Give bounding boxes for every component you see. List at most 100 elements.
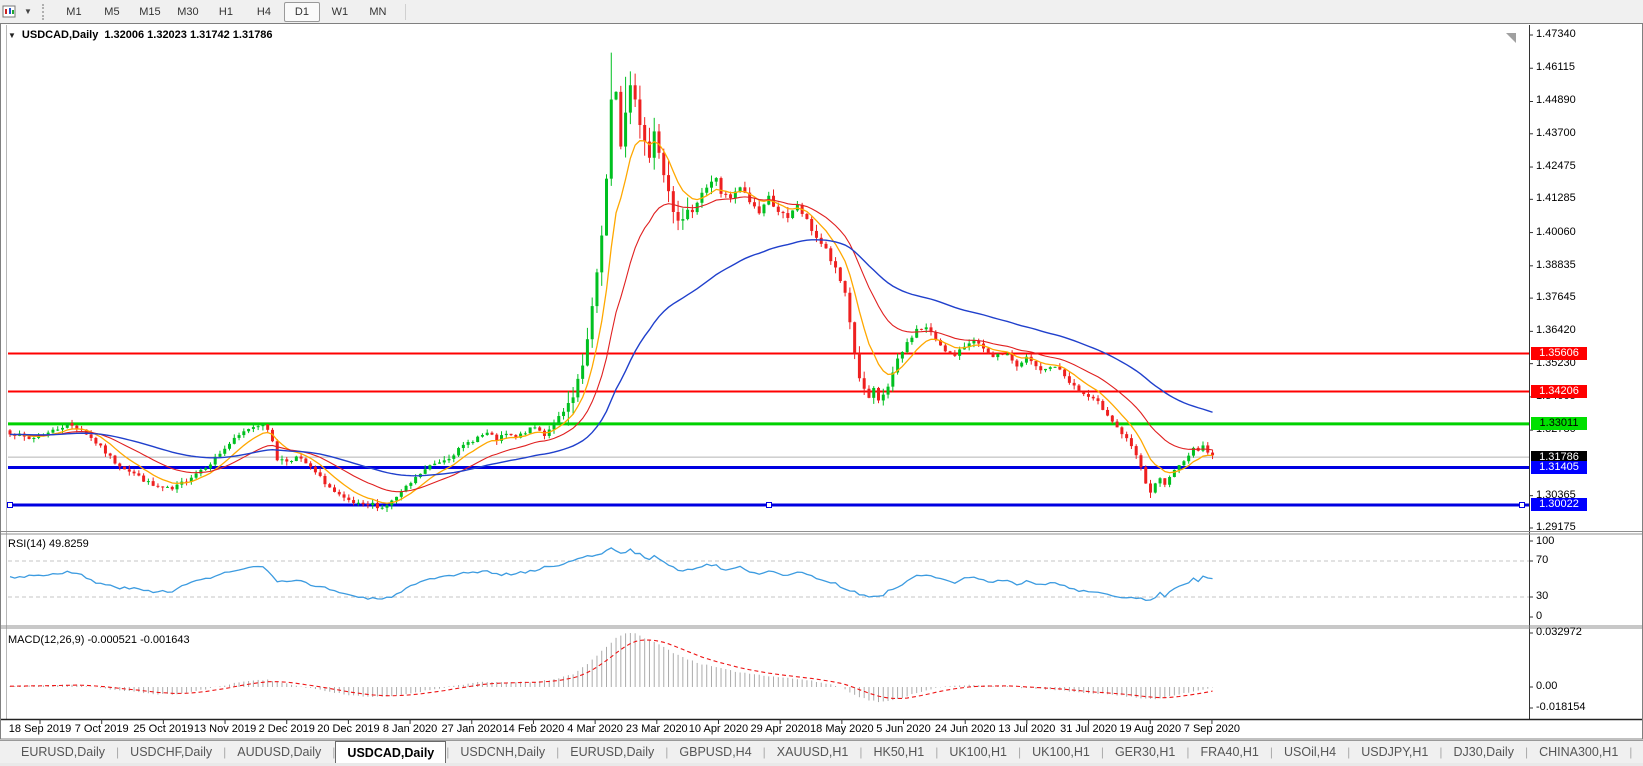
candle-body bbox=[1077, 385, 1081, 392]
chart-tab-uk100-h1[interactable]: UK100,H1 bbox=[938, 741, 1018, 763]
chart-tab-xauusd-h1[interactable]: XAUUSD,H1 bbox=[766, 741, 860, 763]
candle-body bbox=[118, 463, 122, 467]
chart-tab-usoil-h4[interactable]: USOil,H4 bbox=[1273, 741, 1347, 763]
candle-body bbox=[385, 505, 389, 508]
candle-body bbox=[824, 243, 828, 249]
chart-tab-usdcnh-daily[interactable]: USDCNH,Daily bbox=[449, 741, 556, 763]
chart-tab-usdcad-daily[interactable]: USDCAD,Daily bbox=[335, 741, 447, 763]
chart-tab-gbpusd-h4[interactable]: GBPUSD,H4 bbox=[668, 741, 762, 763]
candle-body bbox=[1158, 478, 1162, 484]
chart-tab-ger30-h1[interactable]: GER30,H1 bbox=[1104, 741, 1186, 763]
candle-body bbox=[108, 453, 112, 456]
candle-body bbox=[223, 448, 227, 454]
candle-body bbox=[724, 193, 728, 195]
candle-body bbox=[690, 209, 694, 213]
candle-body bbox=[948, 351, 952, 353]
candle-body bbox=[251, 427, 255, 429]
candle-body bbox=[681, 219, 685, 221]
candle-body bbox=[853, 322, 857, 354]
chart-tab-uk100-h1[interactable]: UK100,H1 bbox=[1021, 741, 1101, 763]
candle-body bbox=[466, 442, 470, 445]
candle-body bbox=[313, 466, 317, 473]
chart-tab-eurusd-daily[interactable]: EURUSD,Daily bbox=[559, 741, 665, 763]
candle-body bbox=[323, 475, 327, 485]
candle-body bbox=[280, 459, 284, 461]
chart-tab-usdjpy-h1[interactable]: USDJPY,H1 bbox=[1350, 741, 1439, 763]
candle-body bbox=[409, 483, 413, 486]
candle-body bbox=[576, 378, 580, 398]
candle-body bbox=[1067, 376, 1071, 383]
candle-body bbox=[1110, 415, 1114, 422]
candle-body bbox=[1091, 396, 1095, 399]
chart-tab-usdchf-daily[interactable]: USDCHF,Daily bbox=[119, 741, 223, 763]
candle-body bbox=[609, 99, 613, 179]
candle-body bbox=[996, 353, 1000, 358]
candle-body bbox=[643, 124, 647, 142]
candle-body bbox=[1106, 409, 1110, 416]
hline-handle[interactable] bbox=[7, 501, 13, 508]
candle-body bbox=[103, 445, 107, 454]
candle-body bbox=[165, 486, 169, 488]
candle-body bbox=[1187, 455, 1191, 462]
candle-body bbox=[652, 131, 656, 158]
chart-canvas[interactable] bbox=[0, 0, 1643, 766]
candle-body bbox=[452, 455, 456, 459]
candle-body bbox=[447, 458, 451, 461]
candle-body bbox=[1149, 483, 1153, 493]
candle-body bbox=[65, 423, 69, 428]
candle-body bbox=[194, 473, 198, 478]
chart-tab-eurusd-daily[interactable]: EURUSD,Daily bbox=[10, 741, 116, 763]
candle-body bbox=[1125, 434, 1129, 439]
candle-body bbox=[32, 437, 36, 440]
candle-body bbox=[261, 424, 265, 427]
hline-handle[interactable] bbox=[1519, 501, 1525, 508]
candle-body bbox=[99, 443, 103, 446]
candle-body bbox=[1163, 478, 1167, 485]
candle-body bbox=[624, 112, 628, 147]
candle-body bbox=[900, 352, 904, 359]
candle-body bbox=[89, 434, 93, 438]
candle-body bbox=[342, 494, 346, 498]
candle-body bbox=[757, 206, 761, 214]
candle-body bbox=[1048, 367, 1052, 369]
candle-body bbox=[614, 91, 618, 100]
mt4-terminal: ▼ M1 M5 M15 M30 H1 H4 D1 W1 MN ▼ USDCAD,Daily 1.… bbox=[0, 0, 1643, 766]
candle-body bbox=[872, 387, 876, 398]
candle-body bbox=[943, 345, 947, 352]
candle-body bbox=[843, 281, 847, 293]
candle-body bbox=[605, 178, 608, 236]
candle-body bbox=[1120, 427, 1124, 435]
candle-body bbox=[633, 85, 637, 100]
chart-tab-hk50-h1[interactable]: HK50,H1 bbox=[862, 741, 935, 763]
candle-body bbox=[528, 427, 532, 434]
candle-body bbox=[299, 456, 303, 459]
chart-tab-fra40-h1[interactable]: FRA40,H1 bbox=[1190, 741, 1270, 763]
candle-body bbox=[142, 475, 146, 482]
chart-tab-bar: EURUSD,Daily | USDCHF,Daily | AUDUSD,Daily | U… bbox=[0, 740, 1643, 763]
chart-tab-china300-h1[interactable]: CHINA300,H1 bbox=[1528, 741, 1629, 763]
chart-tab-audusd-daily[interactable]: AUDUSD,Daily bbox=[226, 741, 332, 763]
candle-body bbox=[686, 209, 690, 220]
chart-tab-usoil-h1[interactable]: USOil,H1 bbox=[1632, 741, 1643, 763]
candle-body bbox=[366, 504, 370, 506]
candle-body bbox=[915, 328, 919, 338]
candle-body bbox=[848, 292, 852, 323]
candle-body bbox=[991, 353, 995, 358]
candle-body bbox=[1134, 446, 1138, 456]
candle-body bbox=[156, 485, 160, 487]
candle-body bbox=[208, 464, 212, 469]
candle-body bbox=[762, 204, 766, 214]
hline-handle[interactable] bbox=[766, 501, 772, 508]
candle-body bbox=[414, 477, 418, 484]
candle-body bbox=[752, 202, 756, 207]
candle-body bbox=[1129, 438, 1133, 447]
candle-body bbox=[776, 206, 780, 212]
candle-body bbox=[228, 443, 232, 449]
chart-tab-dj30-daily[interactable]: DJ30,Daily bbox=[1443, 741, 1525, 763]
candle-body bbox=[218, 453, 222, 457]
candle-body bbox=[877, 387, 881, 401]
candle-body bbox=[256, 426, 260, 428]
candle-body bbox=[204, 468, 208, 470]
candle-body bbox=[1053, 366, 1057, 368]
candle-body bbox=[585, 339, 589, 366]
